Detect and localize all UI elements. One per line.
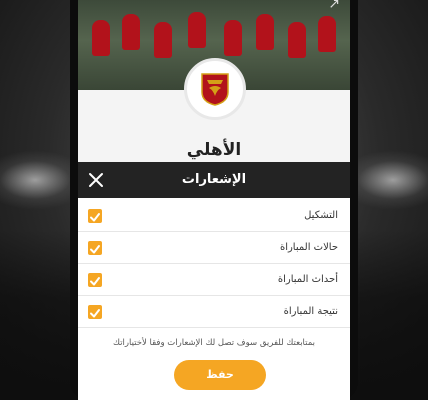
player-figure — [154, 22, 172, 58]
app-screen: ↗ الأهلي الإشعارات التشكيل حالات المبارا… — [78, 0, 350, 400]
check-icon — [90, 213, 100, 222]
option-row-match-status[interactable]: حالات المباراة — [78, 232, 350, 264]
player-figure — [224, 20, 242, 56]
option-label: حالات المباراة — [279, 242, 338, 253]
option-label: نتيجة المباراة — [283, 306, 338, 317]
club-name: الأهلي — [186, 140, 242, 160]
player-figure — [92, 20, 110, 56]
close-button[interactable] — [84, 168, 108, 192]
share-icon[interactable]: ↗ — [328, 0, 340, 12]
option-label: التشكيل — [304, 210, 338, 221]
modal-title: الإشعارات — [181, 172, 247, 187]
player-figure — [188, 12, 206, 48]
check-icon — [90, 277, 100, 286]
option-label: أحداث المباراة — [277, 274, 338, 285]
option-row-match-events[interactable]: أحداث المباراة — [78, 264, 350, 296]
player-figure — [256, 14, 274, 50]
phone-frame: ↗ الأهلي الإشعارات التشكيل حالات المبارا… — [70, 0, 358, 400]
notifications-modal-body: التشكيل حالات المباراة أحداث المباراة نت… — [78, 198, 350, 400]
checkbox-match-status[interactable] — [88, 241, 102, 255]
player-figure — [122, 14, 140, 50]
al-ahly-crest-icon — [201, 73, 229, 106]
checkbox-match-events[interactable] — [88, 273, 102, 287]
save-button[interactable]: حفظ — [174, 360, 266, 390]
player-figure — [318, 16, 336, 52]
check-icon — [90, 245, 100, 254]
checkbox-match-result[interactable] — [88, 305, 102, 319]
close-icon — [89, 173, 103, 187]
checkbox-lineup[interactable] — [88, 209, 102, 223]
option-row-match-result[interactable]: نتيجة المباراة — [78, 296, 350, 328]
option-row-lineup[interactable]: التشكيل — [78, 200, 350, 232]
player-figure — [288, 22, 306, 58]
notifications-hint: بمتابعتك للفريق سوف تصل لك الإشعارات وفق… — [112, 338, 315, 348]
notifications-modal-header: الإشعارات — [78, 162, 350, 198]
club-logo — [184, 58, 246, 120]
check-icon — [90, 309, 100, 318]
